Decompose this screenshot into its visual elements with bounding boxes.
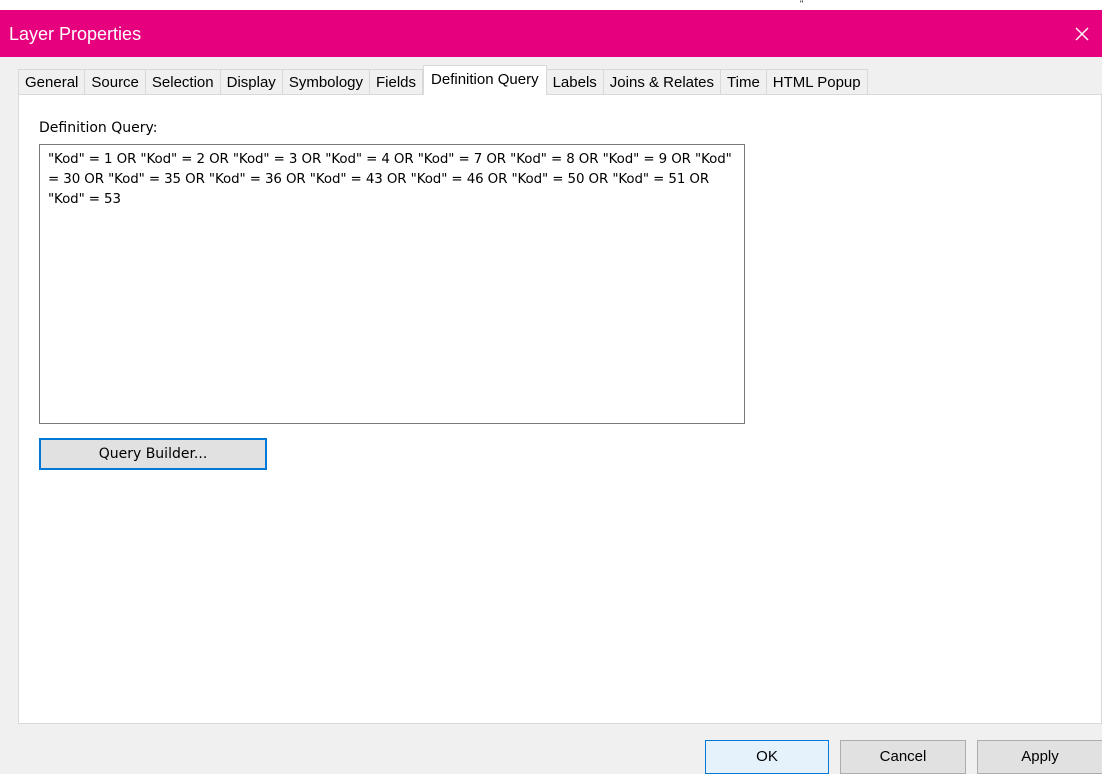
tab-display[interactable]: Display [220,69,283,95]
top-strip: " [0,0,1102,10]
ok-button[interactable]: OK [705,740,829,774]
title-bar: Layer Properties [0,10,1102,57]
top-mark: " [800,0,804,9]
query-builder-button[interactable]: Query Builder... [39,438,267,470]
tab-fields[interactable]: Fields [370,69,424,95]
tab-symbology[interactable]: Symbology [282,69,371,95]
tab-time[interactable]: Time [721,69,767,95]
layer-properties-dialog: " Layer Properties General Source Select… [0,0,1102,774]
close-icon [1075,27,1089,40]
tab-strip: General Source Selection Display Symbolo… [18,65,868,95]
tab-definition-query[interactable]: Definition Query [423,65,547,95]
tab-selection[interactable]: Selection [145,69,221,95]
tab-html-popup[interactable]: HTML Popup [766,69,868,95]
tab-general[interactable]: General [18,69,86,95]
tab-labels[interactable]: Labels [546,69,604,95]
apply-button[interactable]: Apply [977,740,1102,774]
definition-query-textbox[interactable]: "Kod" = 1 OR "Kod" = 2 OR "Kod" = 3 OR "… [39,144,745,424]
close-button[interactable] [1062,10,1102,57]
window-title: Layer Properties [9,24,142,44]
tab-joins-relates[interactable]: Joins & Relates [603,69,722,95]
tab-source[interactable]: Source [85,69,146,95]
definition-query-panel: Definition Query: "Kod" = 1 OR "Kod" = 2… [18,94,1102,724]
cancel-button[interactable]: Cancel [840,740,966,774]
definition-query-label: Definition Query: [39,120,158,136]
